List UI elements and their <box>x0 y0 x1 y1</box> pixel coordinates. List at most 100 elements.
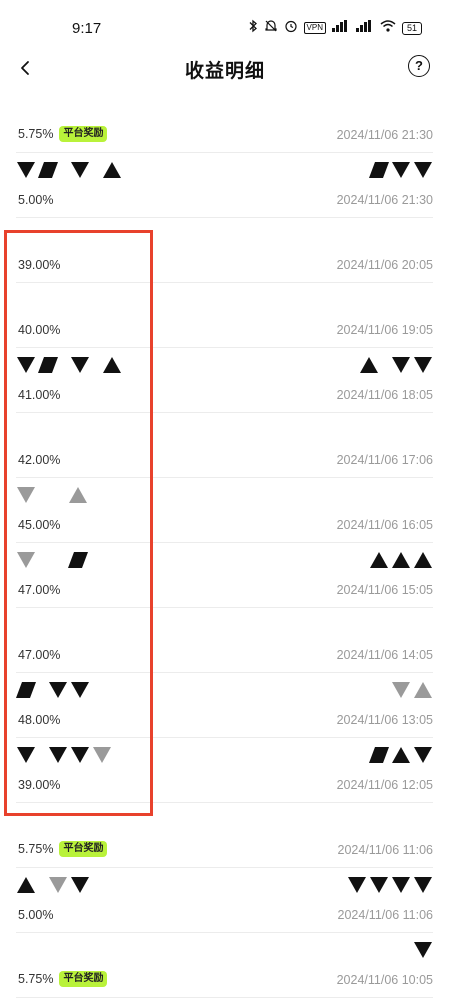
redaction-mark <box>38 357 58 373</box>
list-item[interactable]: 40.00% 2024/11/06 19:05 <box>16 283 433 348</box>
redaction-mark <box>414 942 432 958</box>
battery-icon: 51 <box>401 21 422 35</box>
reward-badge: 平台奖励 <box>59 126 108 142</box>
redaction-mark <box>348 877 366 893</box>
timestamp: 2024/11/06 11:06 <box>337 843 433 857</box>
list-item[interactable]: 5.75% 平台奖励 2024/11/06 10:05 <box>16 933 433 998</box>
redaction-marks <box>16 679 90 701</box>
nav-bar: 收益明细 ? <box>0 48 450 88</box>
rate-value: 47.00% <box>18 648 60 662</box>
redaction-mark <box>93 747 111 763</box>
redaction-mark <box>49 747 67 763</box>
redaction-marks <box>369 549 433 571</box>
timestamp: 2024/11/06 12:05 <box>336 778 433 792</box>
rate-text: 5.75% <box>18 972 54 986</box>
redaction-marks <box>16 159 122 181</box>
rate-value: 48.00% <box>18 713 60 727</box>
list-item[interactable]: 47.00% 2024/11/06 15:05 <box>16 543 433 608</box>
reward-badge: 平台奖励 <box>59 971 108 987</box>
reward-badge: 平台奖励 <box>59 841 108 857</box>
redaction-mark <box>17 747 35 763</box>
alarm-icon <box>284 19 298 37</box>
rate-text: 39.00% <box>18 258 61 272</box>
rate-value: 47.00% <box>18 583 60 597</box>
redaction-mark <box>38 876 46 894</box>
signal-icon <box>355 20 374 36</box>
list-item[interactable]: 5.75% 平台奖励 2024/11/06 21:30 <box>16 88 433 153</box>
redaction-marks <box>16 484 88 506</box>
rate-text: 5.75% <box>18 842 54 856</box>
list-item[interactable]: 42.00% 2024/11/06 17:06 <box>16 413 433 478</box>
list-item[interactable]: 5.00% 2024/11/06 21:30 <box>16 153 433 218</box>
rate-value: 5.00% <box>18 193 53 207</box>
timestamp: 2024/11/06 21:30 <box>336 128 433 142</box>
redaction-mark <box>17 877 35 893</box>
rate-value: 39.00% <box>18 778 60 792</box>
redaction-mark <box>392 877 410 893</box>
rate-text: 5.00% <box>18 193 54 207</box>
mute-icon <box>264 19 278 37</box>
rate-value: 5.00% <box>18 908 53 922</box>
redaction-mark <box>58 551 66 569</box>
redaction-mark <box>71 747 89 763</box>
list-item[interactable]: 5.75% 平台奖励 2024/11/06 11:06 <box>16 803 433 868</box>
redaction-marks <box>16 549 88 571</box>
rate-text: 39.00% <box>18 778 61 792</box>
rate-value: 41.00% <box>18 388 60 402</box>
redaction-mark <box>60 161 68 179</box>
redaction-mark <box>103 357 121 373</box>
page-title: 收益明细 <box>184 61 265 82</box>
list-item[interactable]: 47.00% 2024/11/06 14:05 <box>16 608 433 673</box>
redaction-marks <box>16 874 90 896</box>
redaction-mark <box>60 356 68 374</box>
signal-icon <box>331 20 350 36</box>
timestamp: 2024/11/06 15:05 <box>336 583 433 597</box>
rate-text: 5.75% <box>18 127 54 141</box>
redaction-mark <box>103 162 121 178</box>
redaction-mark <box>38 551 46 569</box>
redaction-mark <box>369 162 389 178</box>
redaction-mark <box>92 356 100 374</box>
redaction-mark <box>68 552 88 568</box>
list-item[interactable]: 41.00% 2024/11/06 18:05 <box>16 348 433 413</box>
list-item[interactable]: 39.00% 2024/11/06 20:05 <box>16 218 433 283</box>
redaction-mark <box>38 681 46 699</box>
redaction-mark <box>58 486 66 504</box>
timestamp: 2024/11/06 10:05 <box>336 973 433 987</box>
timestamp: 2024/11/06 20:05 <box>336 258 433 272</box>
timestamp: 2024/11/06 16:05 <box>336 518 433 532</box>
vpn-icon: VPN <box>303 22 326 34</box>
redaction-mark <box>392 682 410 698</box>
bluetooth-icon <box>248 19 258 37</box>
list-item[interactable]: 39.00% 2024/11/06 12:05 <box>16 738 433 803</box>
redaction-mark <box>17 357 35 373</box>
redaction-mark <box>414 747 432 763</box>
redaction-marks <box>369 159 433 181</box>
redaction-mark <box>370 552 388 568</box>
list-item[interactable]: 48.00% 2024/11/06 13:05 <box>16 673 433 738</box>
redaction-mark <box>360 357 378 373</box>
timestamp: 2024/11/06 19:05 <box>336 323 433 337</box>
redaction-mark <box>71 877 89 893</box>
timestamp: 2024/11/06 17:06 <box>336 453 433 467</box>
timestamp: 2024/11/06 14:05 <box>336 648 433 662</box>
redaction-marks <box>347 874 433 896</box>
list-item[interactable]: 45.00% 2024/11/06 16:05 <box>16 478 433 543</box>
redaction-marks <box>391 679 433 701</box>
redaction-mark <box>16 682 36 698</box>
help-icon[interactable]: ? <box>408 55 430 77</box>
rate-value: 40.00% <box>18 323 60 337</box>
redaction-mark <box>49 682 67 698</box>
redaction-mark <box>414 162 432 178</box>
redaction-mark <box>48 551 56 569</box>
list-item[interactable]: 5.00% 2024/11/06 11:06 <box>16 868 433 933</box>
redaction-mark <box>71 682 89 698</box>
redaction-mark <box>17 162 35 178</box>
redaction-marks <box>359 354 433 376</box>
rate-text: 40.00% <box>18 323 61 337</box>
redaction-mark <box>369 747 389 763</box>
rate-text: 47.00% <box>18 648 61 662</box>
timestamp: 2024/11/06 13:05 <box>336 713 433 727</box>
status-time: 9:17 <box>72 20 102 37</box>
rate-value: 42.00% <box>18 453 60 467</box>
